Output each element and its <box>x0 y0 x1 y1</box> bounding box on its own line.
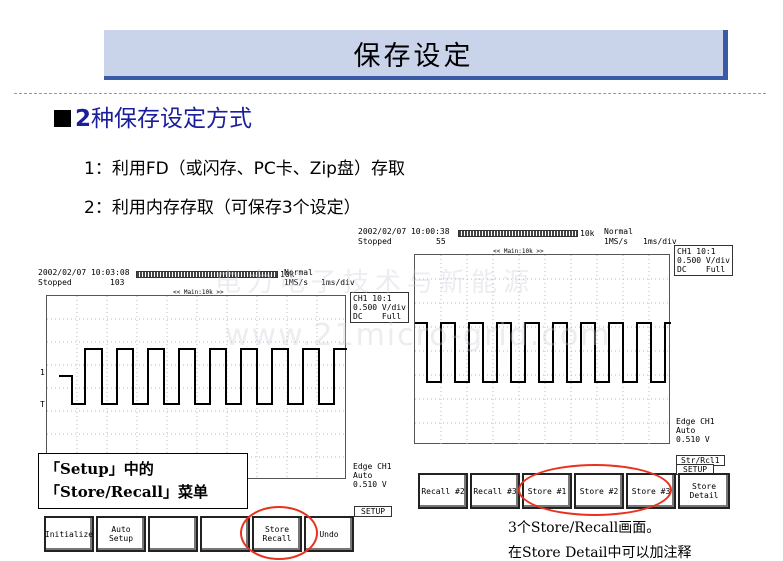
softkey-auto-setup[interactable]: Auto Setup <box>96 516 146 552</box>
softkey-blank-1[interactable] <box>148 516 198 552</box>
acq-count: 55 <box>436 237 446 246</box>
square-waveform <box>59 348 347 405</box>
trigger-mode: Normal <box>604 227 633 236</box>
note-line-2: 在Store Detail中可以加注释 <box>508 545 692 561</box>
callout-line-2: 「Store/Recall」菜单 <box>45 483 208 501</box>
acq-count: 103 <box>110 278 125 287</box>
highlight-store-recall <box>240 506 318 560</box>
trigger-info: Edge CH1 Auto 0.510 V <box>676 417 715 444</box>
callout-setup-menu: 「Setup」中的 「Store/Recall」菜单 <box>38 453 248 509</box>
ch-info-box: CH1 10:1 0.500 V/div DC Full <box>674 245 733 276</box>
highlight-store-buttons <box>518 464 672 516</box>
softkey-recall-2[interactable]: Recall #2 <box>418 473 468 509</box>
time-div: 1ms/div <box>643 237 677 246</box>
trigger-marker: T <box>40 400 45 409</box>
heading-text: 种保存设定方式 <box>91 106 253 132</box>
square-bullet-icon <box>54 110 71 127</box>
record-length: 10k <box>580 229 595 238</box>
method-2: 2：利用内存存取（可保存3个设定） <box>84 198 361 218</box>
status: Stopped <box>358 237 392 246</box>
section-heading: 2种保存设定方式 <box>54 99 252 133</box>
softkey-recall-3[interactable]: Recall #3 <box>470 473 520 509</box>
sample-rate: 1MS/s <box>604 237 629 246</box>
softkey-store-detail[interactable]: Store Detail <box>678 473 730 509</box>
watermark-url: www.21micro-grid.com <box>225 318 612 353</box>
record-bar <box>458 230 578 237</box>
status: Stopped <box>38 278 72 287</box>
datetime: 2002/02/07 10:00:38 <box>358 227 450 236</box>
scope-screen-left: 2002/02/07 10:03:08 Stopped 103 10k Norm… <box>38 268 409 558</box>
heading-number: 2 <box>75 106 92 132</box>
method-1: 1：利用FD（或闪存、PC卡、Zip盘）存取 <box>84 159 405 179</box>
title-banner: 保存设定 <box>104 30 728 80</box>
datetime: 2002/02/07 10:03:08 <box>38 268 130 277</box>
divider <box>14 93 766 94</box>
ch1-marker: 1 <box>40 368 45 377</box>
watermark-cn: 电力电子技术与新能源 <box>215 268 536 298</box>
page-title: 保存设定 <box>353 40 474 72</box>
callout-line-1: 「Setup」中的 <box>45 460 154 478</box>
softkey-initialize[interactable]: Initialize <box>44 516 94 552</box>
note-line-1: 3个Store/Recall画面。 <box>508 520 661 536</box>
